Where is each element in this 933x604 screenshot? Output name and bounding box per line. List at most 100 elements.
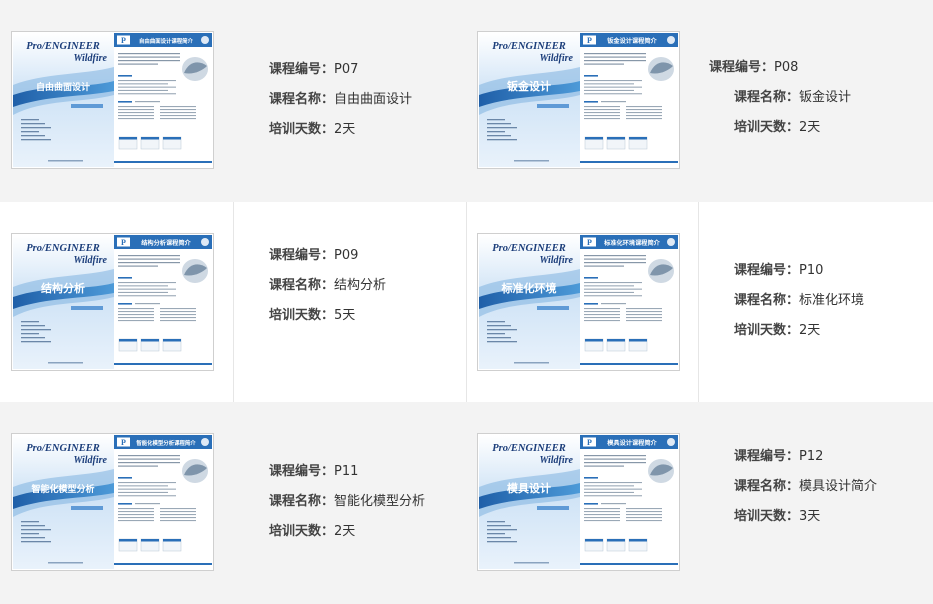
page-text-line — [118, 112, 154, 114]
page-text-line — [584, 520, 620, 522]
page-text-line — [118, 262, 180, 264]
course-thumbnail-p12[interactable]: Pro/ENGINEER Wildfire 模具设计 P 模具设计课程简介 — [477, 433, 680, 571]
page-emblem — [667, 438, 675, 446]
name-label: 课程名称： — [269, 278, 335, 293]
page-text-line — [160, 109, 196, 111]
page-text-line — [626, 508, 662, 510]
brochure-image: Pro/ENGINEERWildfire 标准化环境 P 标准化环境课程简介 — [479, 235, 678, 369]
svg-text:P: P — [587, 36, 592, 45]
cover-tag — [537, 104, 569, 108]
cover-text-line — [487, 333, 505, 335]
course-info-p10: 课程编号：P10 课程名称：标准化环境 培训天数：2天 — [734, 256, 864, 346]
cover-text-line — [21, 321, 39, 323]
page-text-line — [118, 83, 168, 85]
page-text-line — [584, 80, 642, 82]
page-text-line — [160, 508, 196, 510]
code-label: 课程编号： — [269, 248, 335, 263]
page-text-line — [160, 106, 196, 108]
page-title: 智能化模型分析课程简介 — [135, 439, 196, 447]
divider — [466, 202, 467, 402]
page-text-line — [118, 63, 158, 65]
cover-title: 自由曲面设计 — [36, 81, 90, 93]
page-text-line — [118, 118, 154, 120]
course-thumbnail-p07[interactable]: Pro/ENGINEER Wildfire 自由曲面设计 P 自由曲面设计课程简介 — [11, 31, 214, 169]
page-text-line — [118, 115, 154, 117]
cover-title: 结构分析 — [40, 281, 85, 295]
cover-text-line — [487, 139, 517, 141]
page-emblem — [201, 238, 209, 246]
cover-text-line — [487, 321, 505, 323]
days-label: 培训天数： — [734, 509, 800, 524]
course-thumbnail-p09[interactable]: Pro/ENGINEER Wildfire 结构分析 P 结构分析课程简介 — [11, 233, 214, 371]
course-thumbnail-p11[interactable]: Pro/ENGINEER Wildfire 智能化模型分析 P 智能化模型分析课程简介 — [11, 433, 214, 571]
page-emblem — [201, 36, 209, 44]
page-text-line — [118, 458, 180, 460]
page-text-line — [626, 320, 662, 322]
page-text-line — [626, 308, 662, 310]
section-heading — [584, 277, 598, 279]
cover-text-line — [21, 119, 39, 121]
page-text-line — [118, 255, 180, 257]
page-footer-bar — [114, 563, 212, 565]
name-label: 课程名称： — [734, 479, 800, 494]
course-code: P09 — [334, 248, 359, 263]
course-code: P08 — [774, 60, 799, 75]
page-text-line — [118, 86, 176, 88]
cover-footer — [48, 362, 83, 364]
page-text-line — [118, 514, 154, 516]
course-thumbnail-p08[interactable]: Pro/ENGINEER Wildfire 钣金设计 P 钣金设计课程简介 — [477, 31, 680, 169]
page-text-line — [626, 106, 662, 108]
cover-text-line — [21, 333, 39, 335]
cover-text-line — [21, 139, 51, 141]
page-text-line — [626, 314, 662, 316]
page-text-line — [118, 53, 180, 55]
cover-text-line — [21, 135, 45, 137]
cover-footer — [48, 160, 83, 162]
course-days: 2天 — [799, 323, 821, 338]
page-text-line — [584, 93, 642, 95]
cover-title: 钣金设计 — [507, 79, 551, 93]
page-text-line — [118, 282, 176, 284]
page-title: 模具设计课程简介 — [607, 439, 657, 447]
page-emblem — [667, 36, 675, 44]
cover-sub: Wildfire — [539, 255, 573, 266]
course-name: 自由曲面设计 — [334, 92, 413, 107]
page-text-line — [118, 482, 176, 484]
page-text-line — [584, 320, 620, 322]
course-code: P11 — [334, 464, 359, 479]
section-heading — [118, 75, 132, 77]
course-name: 标准化环境 — [799, 293, 865, 308]
page-footer-bar — [580, 161, 678, 163]
page-footer-bar — [114, 363, 212, 365]
page-text-line — [626, 115, 662, 117]
section-heading — [584, 75, 598, 77]
course-days: 2天 — [799, 120, 821, 135]
page-text-line — [118, 106, 154, 108]
page-text-line — [584, 63, 624, 65]
page-text-line — [584, 106, 620, 108]
page-text-line — [584, 317, 620, 319]
cover-text-line — [21, 337, 45, 339]
section-heading — [118, 277, 132, 279]
page-text-line — [584, 115, 620, 117]
page-title: 标准化环境课程简介 — [603, 239, 660, 247]
page-text-line — [584, 258, 646, 260]
section-heading — [118, 477, 132, 479]
name-label: 课程名称： — [734, 90, 800, 105]
cover-text-line — [487, 325, 511, 327]
cover-text-line — [487, 521, 505, 523]
section-heading — [118, 303, 132, 305]
section-heading — [584, 503, 598, 505]
cover-text-line — [487, 341, 517, 343]
page-text-line — [118, 517, 154, 519]
code-label: 课程编号： — [734, 263, 800, 278]
page-text-line — [118, 89, 168, 91]
course-thumbnail-p10[interactable]: Pro/ENGINEER Wildfire 标准化环境 P 标准化环境课程简介 — [477, 233, 680, 371]
course-code: P07 — [334, 62, 359, 77]
cover-text-line — [487, 533, 505, 535]
page-text-line — [626, 317, 662, 319]
page-text-line — [160, 320, 196, 322]
page-text-line — [626, 112, 662, 114]
page-text-line — [118, 465, 158, 467]
page-title: 钣金设计课程简介 — [607, 37, 657, 45]
